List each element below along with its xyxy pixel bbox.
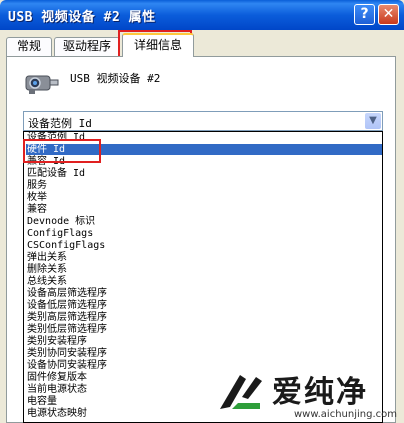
chevron-down-icon[interactable]: ▼: [365, 113, 381, 129]
dropdown-option[interactable]: 电源状态映射: [26, 408, 87, 419]
dropdown-option[interactable]: 类别低层筛选程序: [26, 324, 107, 335]
dropdown-option[interactable]: 类别协同安装程序: [26, 348, 107, 359]
dropdown-option[interactable]: ConfigFlags: [26, 228, 93, 239]
dropdown-option[interactable]: 电容量: [26, 396, 57, 407]
properties-window: USB 视频设备 #2 属性 ? ✕ 常规 驱动程序 详细信息 USB 视频设备…: [0, 0, 404, 423]
dropdown-option[interactable]: 兼容 Id: [26, 156, 65, 167]
tab-details[interactable]: 详细信息: [122, 33, 194, 57]
dropdown-option[interactable]: 匹配设备 Id: [26, 168, 85, 179]
help-button[interactable]: ?: [354, 4, 375, 25]
close-button[interactable]: ✕: [378, 4, 399, 25]
dropdown-option-selected[interactable]: 硬件 Id: [26, 144, 382, 155]
device-name: USB 视频设备 #2: [70, 72, 161, 85]
tab-driver[interactable]: 驱动程序: [54, 37, 120, 56]
tab-general[interactable]: 常规: [6, 37, 52, 56]
dropdown-option[interactable]: 当前电源状态: [26, 384, 87, 395]
dropdown-option[interactable]: 服务: [26, 180, 47, 191]
watermark: 爱纯净 www.aichunjing.com: [212, 365, 404, 423]
dropdown-option[interactable]: 固件修复版本: [26, 372, 87, 383]
aichunjing-logo-icon: [220, 375, 262, 409]
dropdown-option[interactable]: 兼容: [26, 204, 47, 215]
watermark-title: 爱纯净: [272, 375, 368, 410]
dropdown-option[interactable]: 类别安装程序: [26, 336, 87, 347]
watermark-url: www.aichunjing.com: [294, 409, 397, 420]
dropdown-option[interactable]: CSConfigFlags: [26, 240, 105, 251]
dropdown-option[interactable]: 删除关系: [26, 264, 67, 275]
dropdown-option[interactable]: 设备范例 Id: [26, 132, 85, 143]
usb-camera-icon: [25, 75, 59, 94]
dropdown-option[interactable]: 类别高层筛选程序: [26, 312, 107, 323]
property-select[interactable]: 设备范例 Id ▼: [23, 111, 383, 131]
dropdown-option[interactable]: 枚举: [26, 192, 47, 203]
window-title: USB 视频设备 #2 属性: [8, 10, 156, 25]
dropdown-option[interactable]: Devnode 标识: [26, 216, 95, 227]
dropdown-option[interactable]: 总线关系: [26, 276, 67, 287]
dropdown-option[interactable]: 弹出关系: [26, 252, 67, 263]
title-bar[interactable]: USB 视频设备 #2 属性 ? ✕: [0, 0, 404, 30]
dropdown-option[interactable]: 设备低层筛选程序: [26, 300, 107, 311]
dropdown-option[interactable]: 设备高层筛选程序: [26, 288, 107, 299]
property-select-value: 设备范例 Id: [28, 117, 92, 130]
dropdown-option[interactable]: 设备协同安装程序: [26, 360, 107, 371]
